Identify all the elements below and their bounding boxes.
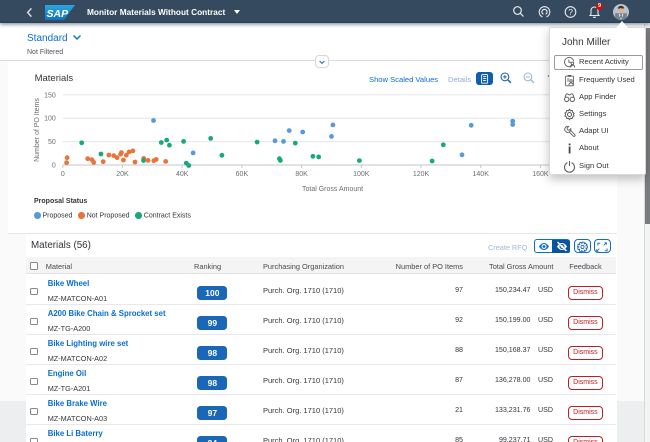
svg-text:100: 100	[44, 116, 56, 123]
svg-text:Number of PO Items: Number of PO Items	[34, 98, 41, 162]
svg-text:140K: 140K	[473, 171, 490, 178]
svg-text:60K: 60K	[236, 171, 249, 178]
svg-text:0: 0	[61, 171, 65, 178]
svg-text:120K: 120K	[413, 171, 430, 178]
svg-text:80K: 80K	[295, 171, 308, 178]
svg-text:20K: 20K	[116, 171, 129, 178]
svg-text:40K: 40K	[176, 171, 189, 178]
svg-text:50: 50	[48, 139, 56, 146]
svg-text:0: 0	[52, 163, 56, 170]
svg-text:150: 150	[44, 92, 56, 99]
svg-text:Total Gross Amount: Total Gross Amount	[302, 186, 363, 193]
svg-text:SAP: SAP	[47, 8, 70, 20]
svg-text:160K: 160K	[532, 171, 549, 178]
svg-text:?: ?	[568, 7, 573, 17]
svg-text:100K: 100K	[353, 171, 370, 178]
